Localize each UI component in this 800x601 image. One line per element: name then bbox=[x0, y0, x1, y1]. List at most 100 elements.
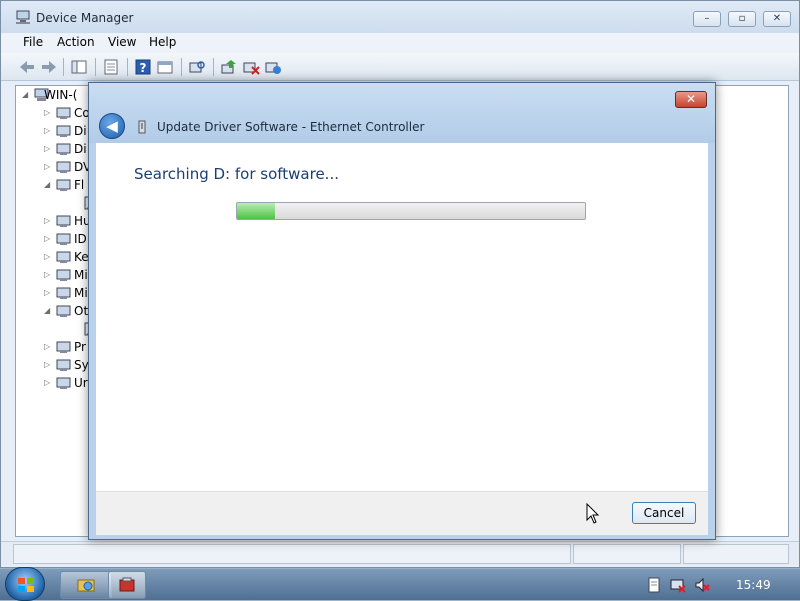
expand-icon[interactable]: ▷ bbox=[44, 144, 53, 153]
tree-item-label: Ke bbox=[74, 250, 89, 264]
close-icon: ✕ bbox=[685, 92, 697, 106]
toolbar-separator bbox=[213, 58, 214, 76]
dvd-drive-icon bbox=[56, 161, 71, 173]
expand-icon[interactable]: ▷ bbox=[44, 216, 53, 225]
status-bar bbox=[1, 541, 799, 565]
tree-item-label: ID bbox=[74, 232, 87, 246]
mouse-cursor-icon bbox=[586, 503, 600, 524]
start-button[interactable] bbox=[5, 567, 45, 601]
menu-file[interactable]: File bbox=[23, 35, 43, 49]
system-device-icon bbox=[56, 359, 71, 371]
other-devices-icon bbox=[56, 305, 71, 317]
monitor-icon bbox=[56, 287, 71, 299]
display-adapter-icon bbox=[56, 143, 71, 155]
tree-item-label: Di bbox=[74, 124, 87, 138]
maximize-icon: ▫ bbox=[738, 13, 746, 24]
dialog-header: ✕ ◀ Update Driver Software - Ethernet Co… bbox=[89, 83, 715, 143]
tree-item-label: Pr bbox=[74, 340, 86, 354]
expand-icon[interactable]: ▷ bbox=[44, 270, 53, 279]
back-button[interactable]: ◀ bbox=[99, 113, 125, 139]
action-center-icon[interactable] bbox=[646, 577, 662, 593]
tree-root-label: WIN-( bbox=[44, 88, 78, 102]
expand-icon[interactable]: ▷ bbox=[44, 360, 53, 369]
search-progress-bar bbox=[236, 202, 586, 220]
console-tree-icon[interactable] bbox=[69, 57, 89, 77]
taskbar: 15:49 bbox=[0, 567, 800, 601]
ide-controller-icon bbox=[56, 233, 71, 245]
tray-clock[interactable]: 15:49 bbox=[736, 578, 771, 592]
back-arrow-icon[interactable] bbox=[17, 57, 37, 77]
device-manager-icon bbox=[16, 10, 30, 24]
expand-icon[interactable]: ▷ bbox=[44, 234, 53, 243]
title-bar[interactable]: Device Manager – ▫ ✕ bbox=[1, 1, 799, 33]
help-icon[interactable]: ? bbox=[133, 57, 153, 77]
disable-device-icon[interactable] bbox=[241, 57, 261, 77]
expand-icon[interactable]: ▷ bbox=[44, 162, 53, 171]
computer-icon bbox=[56, 107, 71, 119]
disk-drive-icon bbox=[56, 125, 71, 137]
update-driver-dialog: ✕ ◀ Update Driver Software - Ethernet Co… bbox=[88, 82, 716, 540]
volume-muted-icon[interactable] bbox=[694, 577, 710, 593]
usb-controller-icon bbox=[56, 377, 71, 389]
collapse-icon[interactable]: ◢ bbox=[44, 180, 53, 189]
uninstall-device-icon[interactable] bbox=[263, 57, 283, 77]
status-cell bbox=[573, 544, 681, 564]
taskbar-device-manager-button[interactable] bbox=[108, 571, 146, 599]
dialog-footer: Cancel bbox=[96, 491, 708, 535]
menu-action[interactable]: Action bbox=[57, 35, 95, 49]
tree-item-label: Di bbox=[74, 142, 87, 156]
tree-item-label: Mi bbox=[74, 268, 88, 282]
svg-text:?: ? bbox=[140, 61, 147, 75]
explorer-icon bbox=[77, 579, 95, 592]
cancel-button[interactable]: Cancel bbox=[632, 502, 696, 524]
tree-item-label: Fl bbox=[74, 178, 85, 192]
back-arrow-icon: ◀ bbox=[106, 117, 118, 135]
maximize-button[interactable]: ▫ bbox=[728, 11, 756, 27]
status-cell bbox=[683, 544, 789, 564]
ethernet-device-icon bbox=[138, 120, 146, 134]
floppy-controller-icon bbox=[56, 179, 71, 191]
searching-status-text: Searching D: for software... bbox=[134, 165, 339, 183]
toolbar-separator bbox=[63, 58, 64, 76]
window-title: Device Manager bbox=[36, 11, 134, 25]
expand-icon[interactable]: ▷ bbox=[44, 252, 53, 261]
tree-item-label: Mi bbox=[74, 286, 88, 300]
close-button[interactable]: ✕ bbox=[763, 11, 791, 27]
update-driver-icon[interactable] bbox=[219, 57, 239, 77]
expand-icon[interactable]: ▷ bbox=[44, 108, 53, 117]
minimize-button[interactable]: – bbox=[693, 11, 721, 27]
expand-icon[interactable]: ▷ bbox=[44, 288, 53, 297]
toolbar-separator bbox=[127, 58, 128, 76]
tree-item-label: Ot bbox=[74, 304, 89, 318]
menu-view[interactable]: View bbox=[108, 35, 136, 49]
properties-icon[interactable] bbox=[101, 57, 121, 77]
collapse-icon[interactable]: ◢ bbox=[44, 306, 53, 315]
minimize-icon: – bbox=[704, 13, 710, 24]
expand-icon[interactable]: ▷ bbox=[44, 126, 53, 135]
expand-icon[interactable]: ▷ bbox=[44, 342, 53, 351]
dialog-close-button[interactable]: ✕ bbox=[675, 91, 707, 108]
scan-hardware-icon[interactable] bbox=[187, 57, 207, 77]
windows-logo-icon bbox=[18, 578, 34, 592]
tree-item-label: Ur bbox=[74, 376, 88, 390]
view-icon[interactable] bbox=[155, 57, 175, 77]
device-manager-task-icon bbox=[119, 577, 135, 592]
hid-icon bbox=[56, 215, 71, 227]
processor-icon bbox=[56, 341, 71, 353]
collapse-icon[interactable]: ◢ bbox=[22, 90, 31, 99]
taskbar-explorer-button[interactable] bbox=[60, 571, 112, 599]
menu-help[interactable]: Help bbox=[149, 35, 176, 49]
progress-fill bbox=[237, 203, 275, 219]
tree-item-label: Sy bbox=[74, 358, 89, 372]
toolbar-separator bbox=[95, 58, 96, 76]
close-icon: ✕ bbox=[772, 13, 782, 24]
toolbar-separator bbox=[181, 58, 182, 76]
menu-bar: File Action View Help bbox=[1, 33, 799, 53]
dialog-title: Update Driver Software - Ethernet Contro… bbox=[157, 120, 425, 134]
network-disconnected-icon[interactable] bbox=[670, 577, 686, 593]
dialog-body: Searching D: for software... bbox=[96, 143, 708, 491]
forward-arrow-icon[interactable] bbox=[39, 57, 59, 77]
status-cell bbox=[13, 544, 571, 564]
cancel-button-label: Cancel bbox=[643, 506, 685, 520]
expand-icon[interactable]: ▷ bbox=[44, 378, 53, 387]
